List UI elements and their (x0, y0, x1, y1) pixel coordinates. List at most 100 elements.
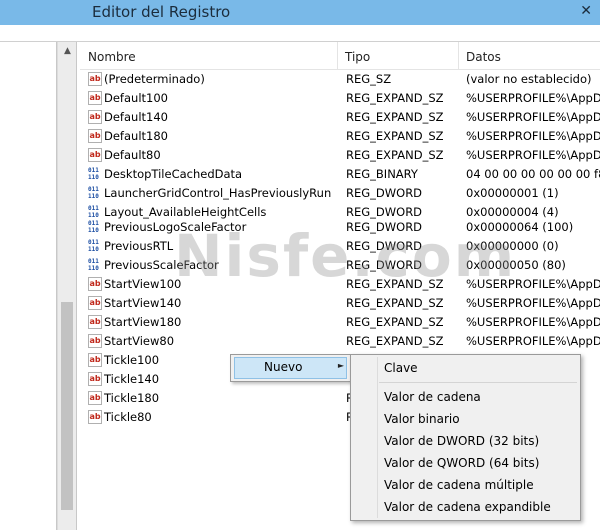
value-type: REG_EXPAND_SZ (346, 315, 444, 329)
value-name: PreviousLogoScaleFactor (104, 220, 247, 234)
value-name: Default80 (104, 148, 161, 162)
value-data: %USERPROFILE%\AppDat (466, 277, 600, 291)
table-row[interactable]: ab Default180 REG_EXPAND_SZ %USERPROFILE%\A… (80, 127, 600, 146)
tree-scrollbar[interactable]: ▲ (57, 42, 77, 530)
value-data: (valor no establecido) (466, 72, 592, 86)
table-row[interactable]: ab Default100 REG_EXPAND_SZ %USERPROFILE%\A… (80, 89, 600, 108)
value-data: %USERPROFILE%\AppDat (466, 315, 600, 329)
value-data: 0x00000050 (80) (466, 258, 566, 272)
scrollbar-thumb[interactable] (61, 302, 73, 510)
value-name: Tickle80 (104, 410, 152, 424)
value-data: %USERPROFILE%\AppDat (466, 110, 600, 124)
binary-value-icon: 011 110 (88, 167, 99, 181)
scroll-up-icon[interactable]: ▲ (58, 46, 77, 56)
table-row[interactable]: ab (Predeterminado) REG_SZ (valor no establ… (80, 70, 600, 89)
value-name: Tickle140 (104, 372, 160, 386)
binary-value-icon: 011 110 (88, 220, 99, 234)
value-name: PreviousRTL (104, 239, 174, 253)
registry-tree-pane[interactable] (0, 42, 57, 530)
string-value-icon: ab (88, 315, 102, 329)
column-header: Nombre Tipo Datos (80, 42, 600, 70)
value-name: Layout_AvailableHeightCells (104, 205, 267, 219)
submenu-item-expandable-string[interactable]: Valor de cadena expandible (384, 500, 551, 514)
value-name: LauncherGridControl_HasPreviouslyRun (104, 186, 332, 200)
value-type: REG_DWORD (346, 186, 423, 200)
submenu-item-clave[interactable]: Clave (384, 361, 418, 375)
table-row[interactable]: ab StartView180 REG_EXPAND_SZ %USERPROFILE%… (80, 313, 600, 332)
binary-value-icon: 011 110 (88, 186, 99, 200)
value-name: Default140 (104, 110, 168, 124)
string-value-icon: ab (88, 296, 102, 310)
value-data: 0x00000064 (100) (466, 220, 574, 234)
value-type: REG_DWORD (346, 239, 423, 253)
value-data: 04 00 00 00 00 00 00 f8 0 (466, 167, 600, 181)
string-value-icon: ab (88, 410, 102, 424)
value-data: 0x00000000 (0) (466, 239, 559, 253)
value-name: StartView100 (104, 277, 182, 291)
binary-value-icon: 011 110 (88, 205, 99, 219)
value-name: Tickle180 (104, 391, 160, 405)
value-data: %USERPROFILE%\AppDat (466, 334, 600, 348)
close-icon[interactable]: ✕ (580, 3, 592, 19)
value-data: 0x00000004 (4) (466, 205, 559, 219)
value-data: %USERPROFILE%\AppDat (466, 129, 600, 143)
value-type: REG_EXPAND_SZ (346, 91, 444, 105)
value-name: (Predeterminado) (104, 72, 205, 86)
value-data: %USERPROFILE%\AppDat (466, 296, 600, 310)
table-row[interactable]: 011 110 DesktopTileCachedData REG_BINARY 04… (80, 165, 600, 184)
value-name: StartView140 (104, 296, 182, 310)
submenu-item-dword[interactable]: Valor de DWORD (32 bits) (384, 434, 539, 448)
binary-value-icon: 011 110 (88, 239, 99, 253)
value-type: REG_SZ (346, 72, 392, 86)
submenu-separator (379, 382, 577, 383)
string-value-icon: ab (88, 91, 102, 105)
submenu-item-binary[interactable]: Valor binario (384, 412, 460, 426)
table-row[interactable]: ab StartView80 REG_EXPAND_SZ %USERPROFILE%\… (80, 332, 600, 351)
column-data-header[interactable]: Datos (466, 50, 501, 64)
string-value-icon: ab (88, 334, 102, 348)
title-bar: Editor del Registro ✕ (0, 0, 600, 25)
string-value-icon: ab (88, 391, 102, 405)
submenu-item-string[interactable]: Valor de cadena (384, 390, 481, 404)
table-row[interactable]: 011 110 PreviousRTL REG_DWORD 0x00000000 (0… (80, 237, 600, 256)
value-name: StartView180 (104, 315, 182, 329)
value-type: REG_EXPAND_SZ (346, 129, 444, 143)
value-name: DesktopTileCachedData (104, 167, 243, 181)
table-row[interactable]: 011 110 LauncherGridControl_HasPreviously… (80, 184, 600, 203)
submenu-item-qword[interactable]: Valor de QWORD (64 bits) (384, 456, 539, 470)
value-type: REG_DWORD (346, 258, 423, 272)
value-type: REG_EXPAND_SZ (346, 334, 444, 348)
value-type: REG_DWORD (346, 220, 423, 234)
column-name-header[interactable]: Nombre (88, 50, 136, 64)
submenu-item-multi-string[interactable]: Valor de cadena múltiple (384, 478, 534, 492)
value-name: StartView80 (104, 334, 175, 348)
string-value-icon: ab (88, 353, 102, 367)
string-value-icon: ab (88, 129, 102, 143)
value-data: %USERPROFILE%\AppDat (466, 148, 600, 162)
column-type-header[interactable]: Tipo (345, 50, 370, 64)
table-row[interactable]: ab StartView100 REG_EXPAND_SZ %USERPROFILE%… (80, 275, 600, 294)
context-menu: Nuevo ► (230, 354, 351, 382)
value-type: REG_DWORD (346, 205, 423, 219)
table-row[interactable]: 011 110 PreviousScaleFactor REG_DWORD 0x000… (80, 256, 600, 275)
table-row[interactable]: 011 110 PreviousLogoScaleFactor REG_DWORD 0… (80, 218, 600, 237)
string-value-icon: ab (88, 372, 102, 386)
string-value-icon: ab (88, 110, 102, 124)
value-name: PreviousScaleFactor (104, 258, 219, 272)
column-divider[interactable] (337, 42, 338, 70)
string-value-icon: ab (88, 72, 102, 86)
value-name: Tickle100 (104, 353, 160, 367)
string-value-icon: ab (88, 148, 102, 162)
submenu-icon-gutter (377, 357, 378, 518)
context-menu-item-label[interactable]: Nuevo (264, 360, 302, 374)
column-divider[interactable] (458, 42, 459, 70)
string-value-icon: ab (88, 277, 102, 291)
value-type: REG_EXPAND_SZ (346, 148, 444, 162)
table-row[interactable]: ab StartView140 REG_EXPAND_SZ %USERPROFILE%… (80, 294, 600, 313)
table-row[interactable]: ab Default80 REG_EXPAND_SZ %USERPROFILE%\Ap… (80, 146, 600, 165)
table-row[interactable]: ab Default140 REG_EXPAND_SZ %USERPROFILE%\A… (80, 108, 600, 127)
value-data: %USERPROFILE%\AppDat (466, 91, 600, 105)
new-submenu: Clave Valor de cadena Valor binario Valo… (350, 354, 581, 521)
menu-bar (0, 25, 600, 42)
value-type: REG_EXPAND_SZ (346, 296, 444, 310)
